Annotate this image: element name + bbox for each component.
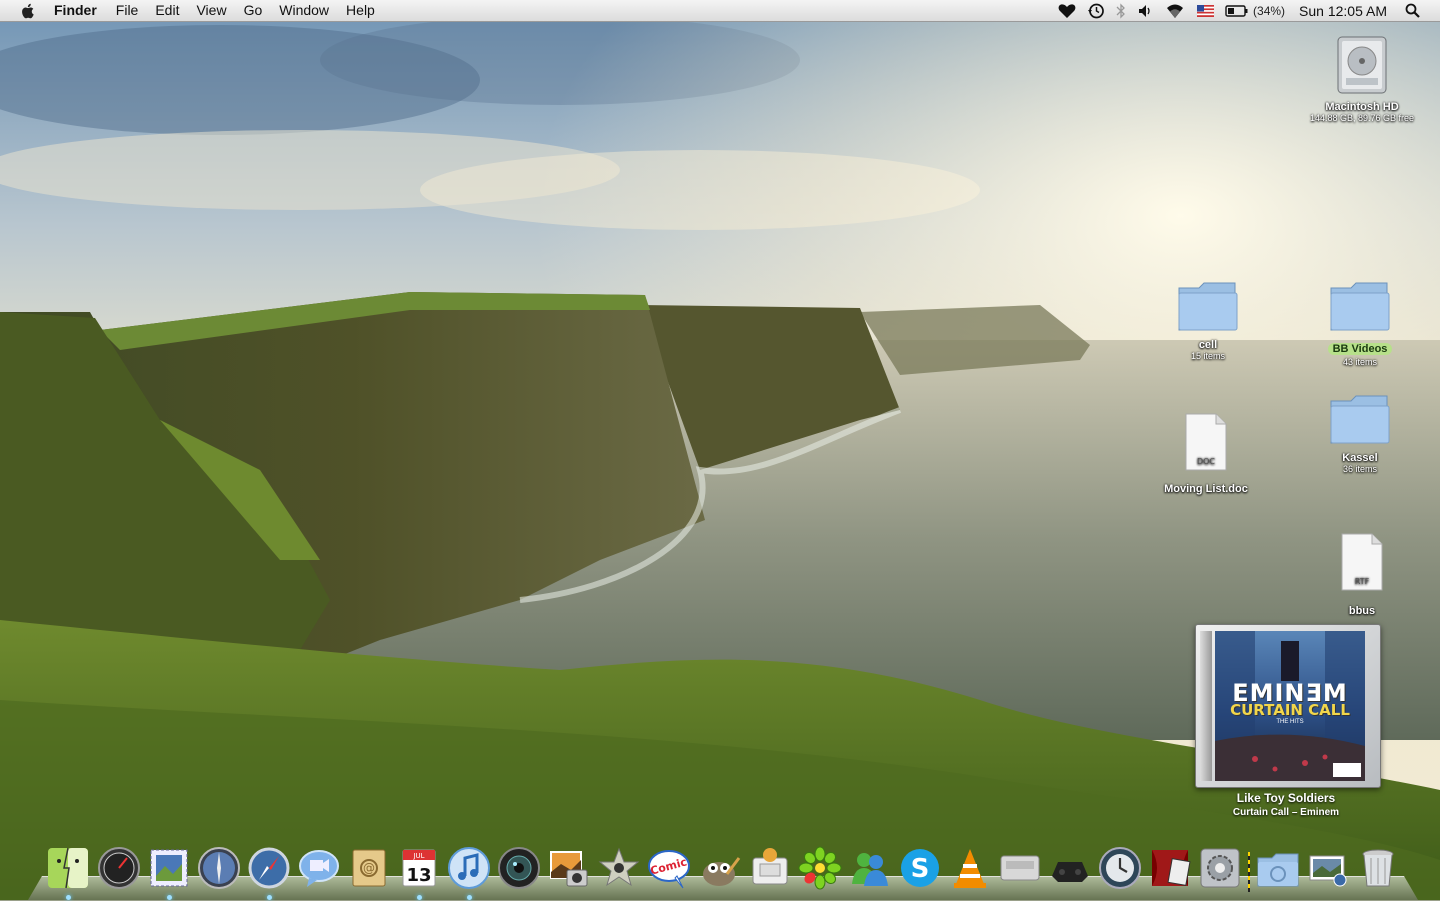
n64-icon[interactable]	[1048, 844, 1093, 892]
photo-booth-icon[interactable]	[497, 844, 542, 892]
vlc-icon[interactable]	[947, 844, 992, 892]
imovie-icon[interactable]	[597, 844, 642, 892]
folder-info: 36 items	[1342, 464, 1377, 474]
desktop-document-bbus[interactable]: RTF bbus	[1322, 532, 1402, 617]
menu-app-name[interactable]: Finder	[54, 0, 97, 21]
folder-info: 15 items	[1190, 351, 1225, 361]
system-preferences-icon[interactable]	[1198, 844, 1243, 892]
folder-icon	[1330, 395, 1390, 444]
folder-name: BB Videos	[1327, 343, 1393, 355]
menu-edit[interactable]: Edit	[155, 0, 179, 21]
svg-text:S: S	[910, 854, 929, 884]
address-book-icon[interactable]: @	[346, 844, 391, 892]
automator-icon[interactable]	[747, 844, 792, 892]
iphoto-icon[interactable]	[196, 844, 241, 892]
image-capture-icon[interactable]	[547, 844, 592, 892]
battery-percent: (34%)	[1253, 3, 1286, 18]
applications-folder-icon[interactable]	[1256, 844, 1301, 892]
album-art-subtitle: THE HITS	[1276, 719, 1304, 725]
running-indicator	[266, 895, 272, 900]
system-icon[interactable]	[997, 844, 1042, 892]
ical-icon[interactable]: JUL 13	[397, 844, 442, 900]
album-cover: EMINƎM CURTAIN CALL THE HITS	[1215, 631, 1365, 781]
comic-life-icon[interactable]: Comic	[647, 844, 692, 892]
ichat-icon[interactable]	[296, 844, 341, 892]
trash-icon[interactable]	[1356, 844, 1401, 892]
ical-month: JUL	[412, 852, 424, 860]
menu-window[interactable]: Window	[279, 0, 329, 21]
svg-text:@: @	[363, 861, 375, 875]
dock-separator	[1247, 852, 1250, 892]
drive-info: 144.88 GB, 89.76 GB free	[1309, 113, 1415, 123]
folder-name: Kassel	[1342, 452, 1378, 464]
mail-icon[interactable]	[146, 844, 191, 900]
folder-icon	[1330, 282, 1390, 331]
album-art-title: CURTAIN CALL	[1230, 701, 1350, 719]
desktop-folder-kassel[interactable]: Kassel 36 items	[1320, 393, 1400, 474]
folder-info: 43 items	[1342, 357, 1377, 367]
cd-case-spine	[1200, 631, 1212, 781]
heart-icon[interactable]	[1058, 3, 1076, 19]
pictures-stack-icon[interactable]	[1306, 844, 1351, 892]
desktop-icon-macintosh-hd[interactable]: Macintosh HD 144.88 GB, 89.76 GB free	[1300, 34, 1424, 123]
menu-go[interactable]: Go	[244, 0, 263, 21]
menu-file[interactable]: File	[116, 0, 139, 21]
volume-icon[interactable]	[1137, 3, 1153, 19]
doc-badge: RTF	[1355, 577, 1370, 586]
ical-day: 13	[406, 865, 431, 886]
icq-icon[interactable]	[797, 844, 842, 892]
folder-name: cell	[1198, 339, 1218, 351]
battery-icon[interactable]: (34%)	[1225, 4, 1285, 18]
now-playing-info: Like Toy Soldiers Curtain Call – Eminem	[1184, 791, 1388, 818]
drive-name: Macintosh HD	[1325, 101, 1399, 113]
front-row-icon[interactable]	[1148, 844, 1193, 892]
document-icon: DOC	[1185, 413, 1227, 471]
spotlight-icon[interactable]	[1405, 3, 1420, 18]
menu-view[interactable]: View	[196, 0, 226, 21]
msn-messenger-icon[interactable]	[847, 844, 892, 892]
running-indicator	[416, 895, 422, 900]
document-icon: RTF	[1341, 533, 1383, 591]
folder-icon	[1178, 282, 1238, 331]
finder-icon[interactable]	[46, 844, 91, 900]
safari-icon[interactable]	[246, 844, 291, 900]
hard-drive-icon	[1337, 36, 1387, 94]
document-name: Moving List.doc	[1164, 483, 1248, 495]
itunes-icon[interactable]	[447, 844, 492, 900]
doc-badge: DOC	[1197, 457, 1215, 466]
us-flag-icon[interactable]	[1197, 4, 1215, 17]
time-machine-icon[interactable]	[1098, 844, 1143, 892]
menu-clock[interactable]: Sun 12:05 AM	[1299, 3, 1387, 19]
wifi-icon[interactable]	[1164, 3, 1186, 19]
running-indicator	[166, 895, 172, 900]
desktop-document-moving-list[interactable]: DOC Moving List.doc	[1156, 412, 1256, 495]
document-name: bbus	[1348, 605, 1376, 617]
track-album-artist: Curtain Call – Eminem	[1232, 807, 1340, 818]
time-machine-icon[interactable]	[1087, 2, 1105, 20]
menu-bar: Finder File Edit View Go Window Help (34…	[0, 0, 1440, 22]
gimp-icon[interactable]	[697, 844, 742, 892]
desktop-folder-cell[interactable]: cell 15 items	[1168, 280, 1248, 361]
dashboard-icon[interactable]	[96, 844, 141, 892]
desktop-folder-bb-videos[interactable]: BB Videos 43 items	[1315, 280, 1405, 367]
track-title: Like Toy Soldiers	[1236, 791, 1336, 805]
dock: @ JUL 13 Comic S	[46, 832, 1406, 900]
bluetooth-icon[interactable]	[1116, 2, 1126, 19]
status-menus: (34%) Sun 12:05 AM	[1047, 0, 1440, 21]
now-playing-album-art[interactable]: EMINƎM CURTAIN CALL THE HITS	[1195, 624, 1381, 788]
parental-advisory-label	[1333, 763, 1361, 777]
skype-icon[interactable]: S	[897, 844, 942, 892]
menu-help[interactable]: Help	[346, 0, 375, 21]
apple-icon[interactable]	[19, 2, 37, 20]
